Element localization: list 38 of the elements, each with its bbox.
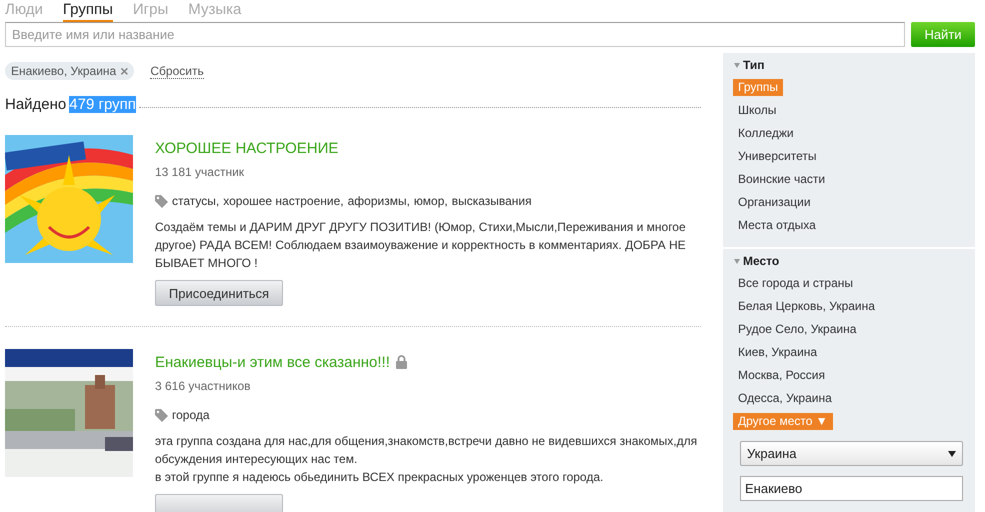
filter-item[interactable]: Киев, Украина	[733, 344, 822, 361]
filter-item[interactable]: Колледжи	[733, 125, 799, 142]
section-title[interactable]: Тип	[743, 58, 764, 72]
found-label: Найдено	[5, 96, 66, 112]
tag-icon	[155, 408, 168, 422]
join-button[interactable]: Присоединиться	[155, 280, 283, 306]
filter-item[interactable]: Белая Церковь, Украина	[733, 298, 880, 315]
tag-link[interactable]: хорошее настроение,	[223, 194, 344, 208]
found-count: 479 групп	[69, 96, 136, 112]
filter-item[interactable]: Все города и страны	[733, 275, 858, 292]
group-description: в этой группе я надеюсь обьединить ВСЕХ прекрасных уроженцев этого города.	[155, 469, 604, 486]
group-description: эта группа создана для нас,для общения,знакомств,встречи давно не видевшихся знакомых,для обсуждения интересующих нас тем.	[155, 433, 698, 468]
triangle-icon[interactable]	[733, 61, 741, 69]
tag-link[interactable]: афоризмы,	[348, 194, 410, 208]
city-field[interactable]: Енакиево	[740, 476, 963, 501]
filter-item[interactable]: Рудое Село, Украина	[733, 321, 862, 338]
tag-icon	[155, 194, 168, 208]
filter-item[interactable]: Университеты	[733, 148, 822, 165]
filter-item[interactable]: Места отдыха	[733, 217, 821, 234]
filter-item[interactable]: Воинские части	[733, 171, 830, 188]
filter-item[interactable]: Организации	[733, 194, 816, 211]
filter-item[interactable]: Москва, Россия	[733, 367, 830, 384]
caret-icon	[948, 450, 956, 456]
country-select[interactable]: Украина	[740, 441, 963, 466]
chip-label: Енакиево, Украина	[11, 64, 116, 78]
tag-link[interactable]: города	[172, 408, 210, 422]
triangle-icon[interactable]	[733, 257, 741, 265]
filter-item[interactable]: Школы	[733, 102, 782, 119]
tag-link[interactable]: статусы,	[172, 194, 220, 208]
tag-link[interactable]: высказывания	[452, 194, 532, 208]
section-title[interactable]: Место	[743, 254, 780, 268]
search-field[interactable]: Введите имя или название	[5, 22, 905, 47]
filter-item[interactable]: Одесса, Украина	[733, 390, 837, 407]
reset-link[interactable]: Сбросить	[150, 64, 204, 78]
member-count: 13 181 участник	[155, 165, 246, 181]
group-description: Создаём темы и ДАРИМ ДРУГ ДРУГУ ПОЗИТИВ! (Юмор, Стихи,Мысли,Переживания и многое другое) РАДА ВСЕМ! Соблюдаем взаимоуважение и корректность в комментариях. ДОБРА НЕ БЫВАЕТ МНОГО !	[155, 219, 687, 272]
tag-link[interactable]: юмор,	[414, 194, 448, 208]
member-count: 3 616 участников	[155, 379, 252, 395]
